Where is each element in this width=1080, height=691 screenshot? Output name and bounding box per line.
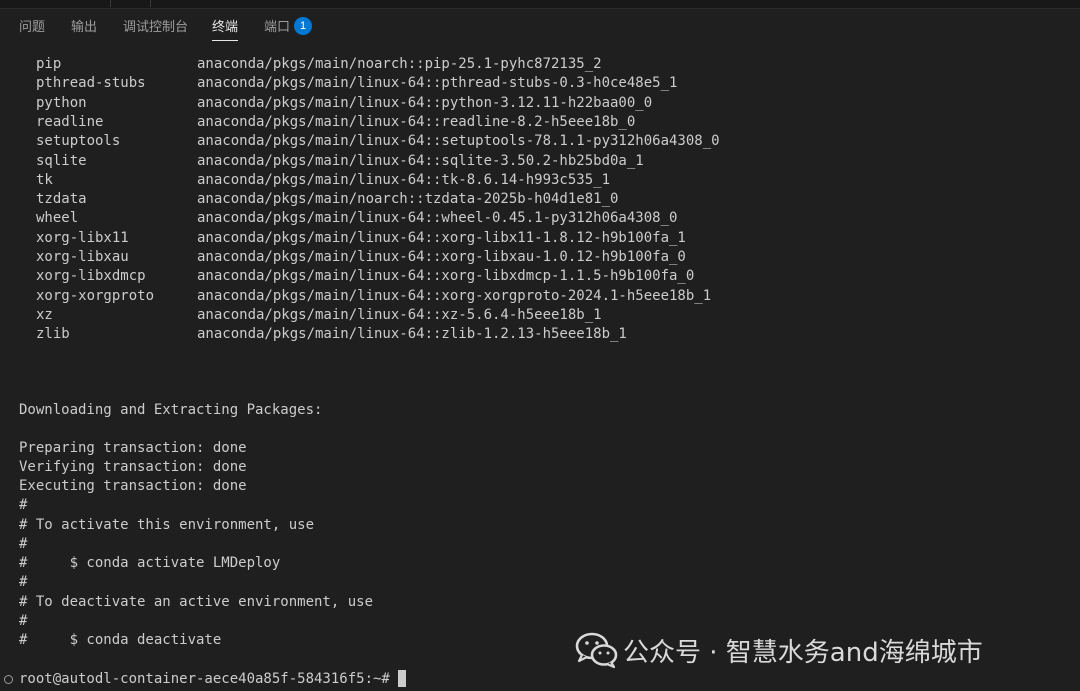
tab-debug-console[interactable]: 调试控制台 [123,9,188,47]
package-name: python [36,94,87,111]
command-prompt[interactable]: root@autodl-container-aece40a85f-584316f… [0,669,406,689]
tab-ports[interactable]: 端口 1 [264,9,313,47]
terminal-output[interactable]: pip anaconda/pkgs/main/noarch::pip-25.1-p… [0,47,1080,691]
title-strip-segment [110,0,151,7]
terminal-line: Executing transaction: done [19,478,247,494]
panel-tab-bar: 问题 输出 调试控制台 终端 端口 1 [0,9,1080,47]
ports-count-badge: 1 [294,17,313,35]
tab-output[interactable]: 输出 [71,9,97,47]
package-spec: anaconda/pkgs/main/linux-64::python-3.12… [197,94,653,111]
package-spec: anaconda/pkgs/main/linux-64::sqlite-3.50… [197,152,644,169]
terminal-line: # $ conda deactivate [19,632,222,648]
prompt-text: root@autodl-container-aece40a85f-584316f… [19,671,390,687]
terminal-line: Preparing transaction: done [19,440,247,456]
package-spec: anaconda/pkgs/main/linux-64::xorg-libxdm… [197,268,695,285]
package-spec: anaconda/pkgs/main/linux-64::xz-5.6.4-h5… [197,306,602,323]
package-name: xorg-libxau [36,249,129,265]
tab-ports-label: 端口 [264,20,291,35]
terminal-line: # [19,536,28,552]
title-strip [0,0,1080,9]
package-name: sqlite [36,152,87,169]
package-name: tk [36,171,53,188]
circle-icon [4,675,13,684]
package-spec: anaconda/pkgs/main/noarch::pip-25.1-pyhc… [197,56,602,72]
terminal-line: # $ conda activate LMDeploy [19,555,281,571]
tab-terminal[interactable]: 终端 [212,9,239,47]
package-name: pthread-stubs [36,75,146,92]
package-name: zlib [36,326,70,343]
package-name: wheel [36,210,79,227]
package-name: readline [36,113,104,130]
title-strip-segment [88,0,111,7]
terminal-line: Downloading and Extracting Packages: [19,402,323,418]
watermark-text: 公众号 · 智慧水务and海绵城市 [623,637,983,668]
package-spec: anaconda/pkgs/main/linux-64::xorg-xorgpr… [197,287,712,304]
package-name: xorg-libxdmcp [36,268,146,285]
terminal-line: # To deactivate an active environment, u… [19,594,374,610]
package-spec: anaconda/pkgs/main/linux-64::pthread-stu… [197,75,678,92]
package-name: setuptools [36,133,121,150]
text-cursor [398,670,406,687]
package-name: xorg-libx11 [36,229,129,246]
terminal-line: # [19,497,28,513]
package-spec: anaconda/pkgs/main/linux-64::wheel-0.45.… [197,210,678,227]
package-spec: anaconda/pkgs/main/noarch::tzdata-2025b-… [197,191,619,208]
package-spec: anaconda/pkgs/main/linux-64::setuptools-… [197,133,720,150]
package-spec: anaconda/pkgs/main/linux-64::tk-8.6.14-h… [197,171,611,188]
package-name: pip [36,56,62,72]
package-name: tzdata [36,191,87,208]
terminal-line: # [19,574,28,590]
package-name: xorg-xorgproto [36,287,155,304]
watermark: 公众号 · 智慧水务and海绵城市 [573,630,983,670]
terminal-line: Verifying transaction: done [19,459,247,475]
package-spec: anaconda/pkgs/main/linux-64::xorg-libx11… [197,229,686,246]
terminal-line: # To activate this environment, use [19,517,315,533]
wechat-icon [575,632,618,669]
terminal-line: # [19,613,28,629]
package-spec: anaconda/pkgs/main/linux-64::zlib-1.2.13… [197,326,627,343]
package-name: xz [36,306,53,323]
package-spec: anaconda/pkgs/main/linux-64::readline-8.… [197,113,636,130]
tab-problems[interactable]: 问题 [19,9,45,47]
package-spec: anaconda/pkgs/main/linux-64::xorg-libxau… [197,249,686,265]
